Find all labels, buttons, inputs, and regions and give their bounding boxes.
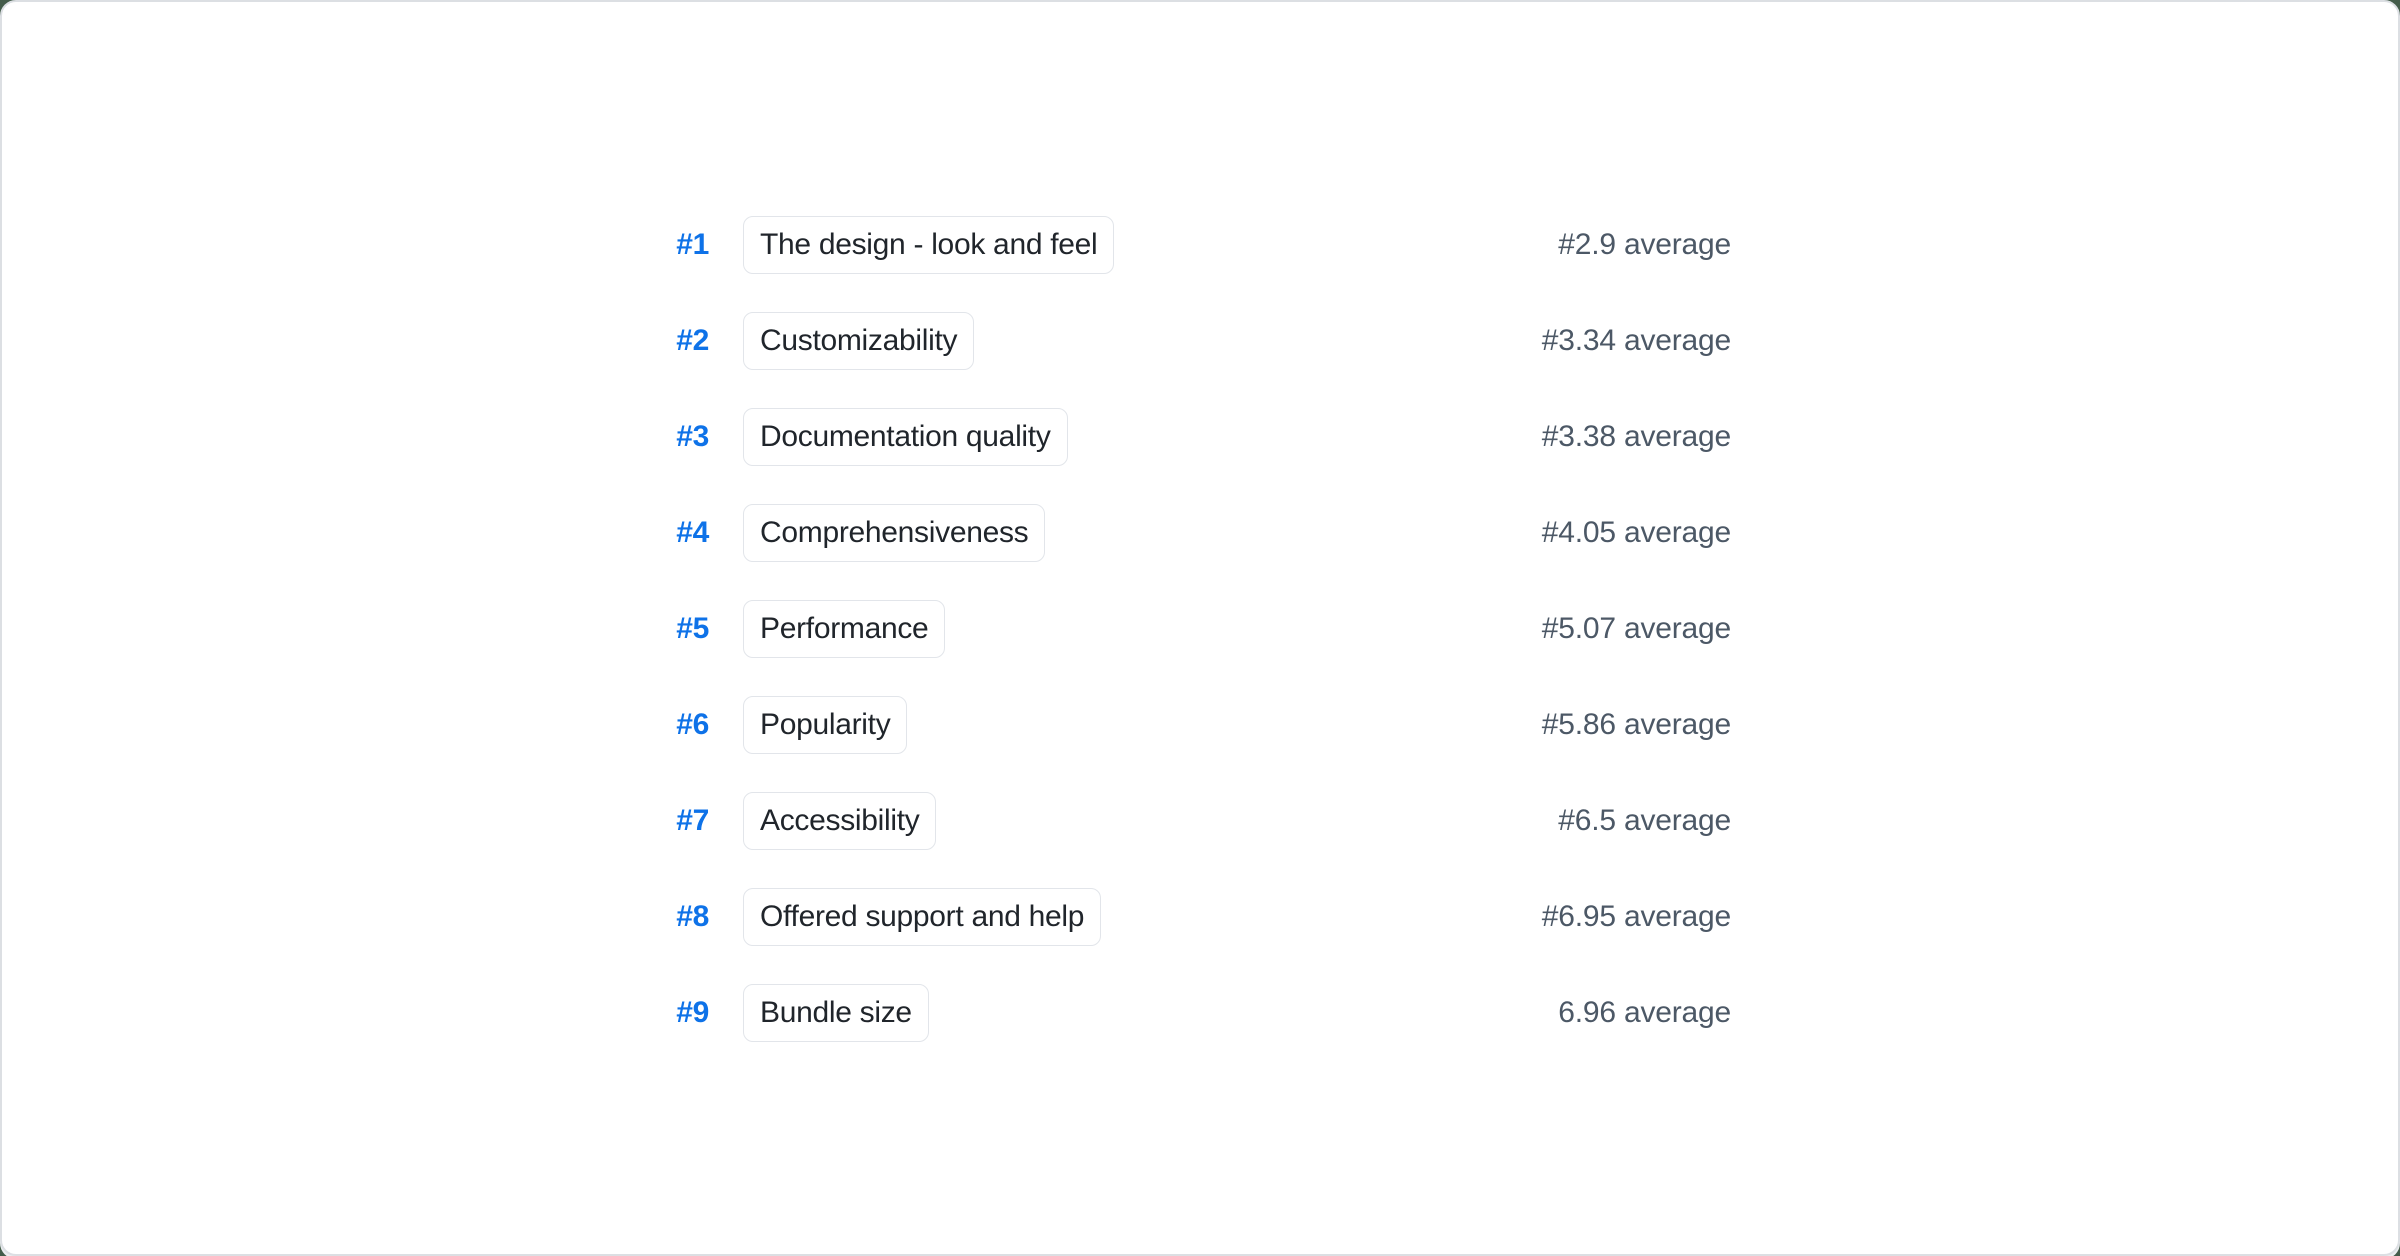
results-card: #1 The design - look and feel #2.9 avera…	[0, 0, 2400, 1256]
option-pill[interactable]: Performance	[743, 600, 945, 658]
option-pill[interactable]: Customizability	[743, 312, 974, 370]
option-label: Accessibility	[760, 804, 919, 838]
rank-number: #6	[669, 708, 709, 742]
rank-number: #4	[669, 516, 709, 550]
average-value: #6.5 average	[1558, 804, 1731, 838]
average-value: #2.9 average	[1558, 228, 1731, 262]
option-pill[interactable]: Bundle size	[743, 984, 929, 1042]
ranking-row: #1 The design - look and feel #2.9 avera…	[669, 216, 1731, 274]
option-label: Popularity	[760, 708, 890, 742]
ranking-row: #3 Documentation quality #3.38 average	[669, 408, 1731, 466]
ranking-row: #6 Popularity #5.86 average	[669, 696, 1731, 754]
average-value: #3.38 average	[1542, 420, 1731, 454]
rank-number: #5	[669, 612, 709, 646]
rank-number: #8	[669, 900, 709, 934]
option-label: Customizability	[760, 324, 957, 358]
option-pill[interactable]: Offered support and help	[743, 888, 1101, 946]
ranking-row: #9 Bundle size 6.96 average	[669, 984, 1731, 1042]
ranking-row: #2 Customizability #3.34 average	[669, 312, 1731, 370]
ranking-row: #5 Performance #5.07 average	[669, 600, 1731, 658]
option-pill[interactable]: The design - look and feel	[743, 216, 1114, 274]
ranking-row: #4 Comprehensiveness #4.05 average	[669, 504, 1731, 562]
rank-number: #3	[669, 420, 709, 454]
average-value: #4.05 average	[1542, 516, 1731, 550]
option-label: Offered support and help	[760, 900, 1084, 934]
option-label: Comprehensiveness	[760, 516, 1028, 550]
option-pill[interactable]: Popularity	[743, 696, 907, 754]
ranking-row: #7 Accessibility #6.5 average	[669, 792, 1731, 850]
average-value: 6.96 average	[1558, 996, 1731, 1030]
option-label: Documentation quality	[760, 420, 1051, 454]
average-value: #5.07 average	[1542, 612, 1731, 646]
average-value: #5.86 average	[1542, 708, 1731, 742]
ranking-row: #8 Offered support and help #6.95 averag…	[669, 888, 1731, 946]
rank-number: #1	[669, 228, 709, 262]
average-value: #3.34 average	[1542, 324, 1731, 358]
option-label: Bundle size	[760, 996, 912, 1030]
rank-number: #7	[669, 804, 709, 838]
option-pill[interactable]: Accessibility	[743, 792, 936, 850]
rank-number: #2	[669, 324, 709, 358]
option-label: Performance	[760, 612, 928, 646]
option-pill[interactable]: Comprehensiveness	[743, 504, 1045, 562]
option-pill[interactable]: Documentation quality	[743, 408, 1068, 466]
ranking-list: #1 The design - look and feel #2.9 avera…	[669, 216, 1731, 1080]
option-label: The design - look and feel	[760, 228, 1097, 262]
rank-number: #9	[669, 996, 709, 1030]
average-value: #6.95 average	[1542, 900, 1731, 934]
